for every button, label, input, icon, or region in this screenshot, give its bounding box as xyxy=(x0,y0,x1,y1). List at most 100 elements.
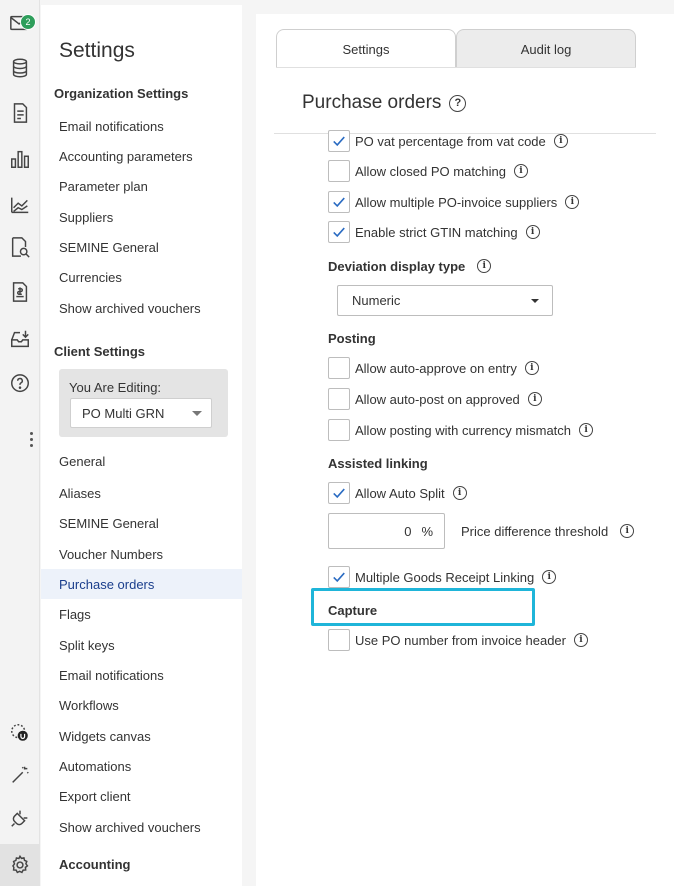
checkbox-strict-gtin[interactable] xyxy=(328,221,350,243)
sidebar-item-suppliers[interactable]: Suppliers xyxy=(41,202,242,232)
invoice-icon[interactable] xyxy=(7,100,33,126)
sidebar-item-currencies[interactable]: Currencies xyxy=(41,262,242,292)
checkbox-auto-post[interactable] xyxy=(328,388,350,410)
info-icon[interactable]: i xyxy=(452,486,467,500)
search-document-icon[interactable] xyxy=(7,234,33,260)
sidebar-item-workflows[interactable]: Workflows xyxy=(41,690,242,720)
option-allow-multiple-po-suppliers: Allow multiple PO-invoice suppliers i xyxy=(328,190,580,214)
sidebar-title: Settings xyxy=(59,39,135,62)
sidebar-item-parameter-plan[interactable]: Parameter plan xyxy=(41,171,242,201)
assisted-linking-heading: Assisted linking xyxy=(328,456,428,471)
sidebar-item-semine-general[interactable]: SEMINE General xyxy=(41,508,242,538)
sidebar-item-aliases[interactable]: Aliases xyxy=(41,478,242,508)
checkbox-allow-closed-po[interactable] xyxy=(328,160,350,182)
sidebar-item-widgets-canvas[interactable]: Widgets canvas xyxy=(41,721,242,751)
plug-icon[interactable] xyxy=(7,805,33,831)
option-label: Allow multiple PO-invoice suppliers xyxy=(355,194,558,210)
option-label: Allow auto-post on approved xyxy=(355,391,520,407)
deviation-heading: Deviation display type xyxy=(328,258,466,274)
price-difference-label: Price difference threshold xyxy=(461,523,609,539)
checkbox-allow-multiple-po-suppliers[interactable] xyxy=(328,191,350,213)
inbox-download-icon[interactable] xyxy=(7,326,33,352)
option-allow-closed-po: Allow closed PO matching i xyxy=(328,159,529,183)
info-icon[interactable]: i xyxy=(553,134,568,148)
option-label: PO vat percentage from vat code xyxy=(355,133,546,149)
info-icon[interactable]: i xyxy=(542,570,557,584)
info-icon[interactable]: i xyxy=(525,225,540,239)
mail-badge: 2 xyxy=(20,14,36,30)
settings-sidebar: Settings Organization Settings Email not… xyxy=(41,5,242,886)
info-icon[interactable]: i xyxy=(579,423,594,437)
option-auto-approve: Allow auto-approve on entry i xyxy=(328,356,539,380)
info-icon[interactable]: i xyxy=(620,524,635,538)
info-icon[interactable]: i xyxy=(514,164,529,178)
magic-wand-icon[interactable] xyxy=(7,762,33,788)
option-label: Allow Auto Split xyxy=(355,485,445,501)
option-label: Enable strict GTIN matching xyxy=(355,224,518,240)
page-title: Purchase orders ? xyxy=(302,92,467,114)
option-label: Multiple Goods Receipt Linking xyxy=(355,569,535,585)
icon-rail: 2 xyxy=(0,0,40,886)
sidebar-item-org-semine-general[interactable]: SEMINE General xyxy=(41,232,242,262)
checkbox-po-vat-percentage[interactable] xyxy=(328,130,350,152)
info-icon[interactable]: i xyxy=(524,361,539,375)
main-panel: Settings Audit log Purchase orders ? PO … xyxy=(256,14,674,886)
option-auto-split: Allow Auto Split i xyxy=(328,481,467,505)
deviation-display-select[interactable]: Numeric xyxy=(337,285,553,316)
bar-chart-icon[interactable] xyxy=(7,146,33,172)
general-heading: General xyxy=(59,454,106,469)
checkbox-auto-approve[interactable] xyxy=(328,357,350,379)
page-title-text: Purchase orders xyxy=(302,92,442,113)
price-difference-label-row: Price difference threshold i xyxy=(461,520,635,542)
client-select-value: PO Multi GRN xyxy=(82,405,165,421)
option-po-number-from-header: Use PO number from invoice header i xyxy=(328,628,588,652)
sidebar-item-email-notifications[interactable]: Email notifications xyxy=(41,660,242,690)
client-select[interactable]: PO Multi GRN xyxy=(70,398,212,428)
user-avatar-icon[interactable] xyxy=(7,720,33,746)
sidebar-item-org-archived-vouchers[interactable]: Show archived vouchers xyxy=(41,293,242,323)
option-auto-post: Allow auto-post on approved i xyxy=(328,387,542,411)
option-label: Allow posting with currency mismatch xyxy=(355,422,572,438)
checkbox-multi-grn-linking[interactable] xyxy=(328,566,350,588)
sidebar-item-purchase-orders[interactable]: Purchase orders xyxy=(41,569,242,599)
tab-audit-log[interactable]: Audit log xyxy=(456,29,636,68)
checkbox-po-number-from-header[interactable] xyxy=(328,629,350,651)
editing-label: You Are Editing: xyxy=(69,380,162,395)
option-label: Allow closed PO matching xyxy=(355,163,507,179)
database-icon[interactable] xyxy=(7,55,33,81)
help-icon[interactable] xyxy=(7,371,33,397)
money-document-icon[interactable] xyxy=(7,279,33,305)
info-icon[interactable]: i xyxy=(477,259,492,273)
info-icon[interactable]: i xyxy=(565,195,580,209)
sidebar-item-voucher-numbers[interactable]: Voucher Numbers xyxy=(41,539,242,569)
chevron-down-icon xyxy=(192,411,202,416)
capture-heading: Capture xyxy=(328,603,378,618)
option-po-vat-percentage: PO vat percentage from vat code i xyxy=(328,129,568,153)
sidebar-item-accounting-parameters[interactable]: Accounting parameters xyxy=(41,141,242,171)
deviation-select-value: Numeric xyxy=(352,293,401,308)
price-difference-input[interactable]: 0 % xyxy=(328,513,445,549)
tab-divider xyxy=(276,67,636,68)
option-label: Allow auto-approve on entry xyxy=(355,360,517,376)
info-icon[interactable]: i xyxy=(573,633,588,647)
sidebar-item-export-client[interactable]: Export client xyxy=(41,781,242,811)
percent-unit: % xyxy=(421,523,433,539)
sidebar-item-flags[interactable]: Flags xyxy=(41,599,242,629)
help-icon[interactable]: ? xyxy=(449,94,467,112)
option-strict-gtin: Enable strict GTIN matching i xyxy=(328,220,540,244)
trend-chart-icon[interactable] xyxy=(7,192,33,218)
gear-icon[interactable] xyxy=(7,852,33,878)
client-editing-panel: You Are Editing: PO Multi GRN xyxy=(59,369,228,437)
info-icon[interactable]: i xyxy=(527,392,542,406)
sidebar-item-split-keys[interactable]: Split keys xyxy=(41,630,242,660)
checkbox-auto-split[interactable] xyxy=(328,482,350,504)
sidebar-item-automations[interactable]: Automations xyxy=(41,751,242,781)
tab-settings[interactable]: Settings xyxy=(276,29,456,68)
accounting-heading: Accounting xyxy=(59,857,131,872)
more-icon[interactable] xyxy=(30,432,34,447)
checkbox-currency-mismatch[interactable] xyxy=(328,419,350,441)
sidebar-item-archived-vouchers[interactable]: Show archived vouchers xyxy=(41,812,242,842)
sidebar-item-org-email-notifications[interactable]: Email notifications xyxy=(41,111,242,141)
deviation-heading-row: Deviation display type i xyxy=(328,254,492,278)
caret-down-icon xyxy=(531,299,539,303)
